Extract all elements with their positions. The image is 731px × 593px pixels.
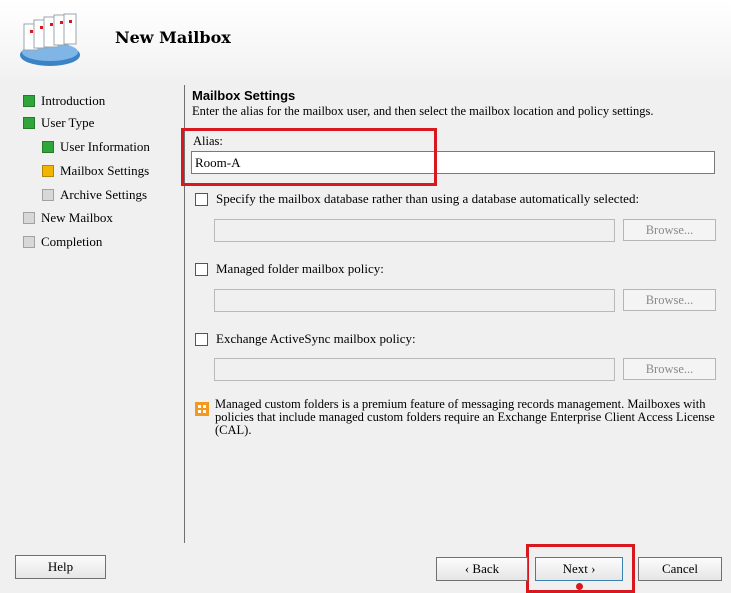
wizard-header: New Mailbox [0,0,731,78]
step-complete-icon [42,141,54,154]
nav-step-label: User Type [41,115,95,130]
checkbox-label: Exchange ActiveSync mailbox policy: [216,331,416,346]
alias-input[interactable] [191,151,715,174]
cancel-button[interactable]: Cancel [638,557,722,581]
checkbox-label: Managed folder mailbox policy: [216,261,384,276]
browse-activesync-policy-button[interactable]: Browse... [623,358,716,380]
browse-managed-folder-policy-button[interactable]: Browse... [623,289,716,311]
section-description: Enter the alias for the mailbox user, an… [192,104,654,118]
nav-step-label: Introduction [41,93,106,108]
managed-folder-policy-field[interactable] [214,289,615,312]
activesync-policy-checkbox-row[interactable]: Exchange ActiveSync mailbox policy: [195,330,416,348]
nav-step-label: User Information [60,139,150,154]
step-complete-icon [23,117,35,130]
nav-divider [184,85,185,543]
back-button[interactable]: ‹ Back [436,557,528,581]
nav-step-label: New Mailbox [41,210,113,225]
specify-database-checkbox[interactable] [195,192,208,206]
managed-folder-policy-checkbox-row[interactable]: Managed folder mailbox policy: [195,260,384,278]
activesync-policy-checkbox[interactable] [195,332,208,346]
browse-database-button[interactable]: Browse... [623,219,716,241]
nav-step-label: Mailbox Settings [60,163,150,178]
nav-step-introduction[interactable]: Introduction [23,91,105,111]
step-pending-icon [23,212,35,225]
step-pending-icon [23,236,35,249]
nav-step-new-mailbox[interactable]: New Mailbox [23,208,113,228]
info-note: Managed custom folders is a premium feat… [215,397,715,437]
nav-step-label: Archive Settings [60,187,148,202]
section-title: Mailbox Settings [192,88,296,103]
next-button[interactable]: Next › [535,557,623,581]
specify-database-checkbox-row[interactable]: Specify the mailbox database rather than… [195,190,639,208]
checkbox-label: Specify the mailbox database rather than… [216,191,640,206]
managed-folder-policy-checkbox[interactable] [195,262,208,276]
help-button[interactable]: Help [15,555,106,579]
step-pending-icon [42,189,54,202]
nav-step-archive-settings[interactable]: Archive Settings [42,185,147,205]
nav-step-completion[interactable]: Completion [23,232,102,252]
nav-step-user-information[interactable]: User Information [42,137,150,157]
click-marker [576,583,583,590]
step-current-icon [42,165,54,178]
nav-step-label: Completion [41,234,103,249]
alias-label: Alias: [193,134,223,148]
nav-step-mailbox-settings[interactable]: Mailbox Settings [42,161,149,181]
nav-step-user-type[interactable]: User Type [23,113,94,133]
step-complete-icon [23,95,35,108]
info-warning-icon [195,402,209,416]
mailbox-stack-icon [20,13,80,66]
wizard-title: New Mailbox [115,28,231,47]
mailbox-database-field[interactable] [214,219,615,242]
activesync-policy-field[interactable] [214,358,615,381]
